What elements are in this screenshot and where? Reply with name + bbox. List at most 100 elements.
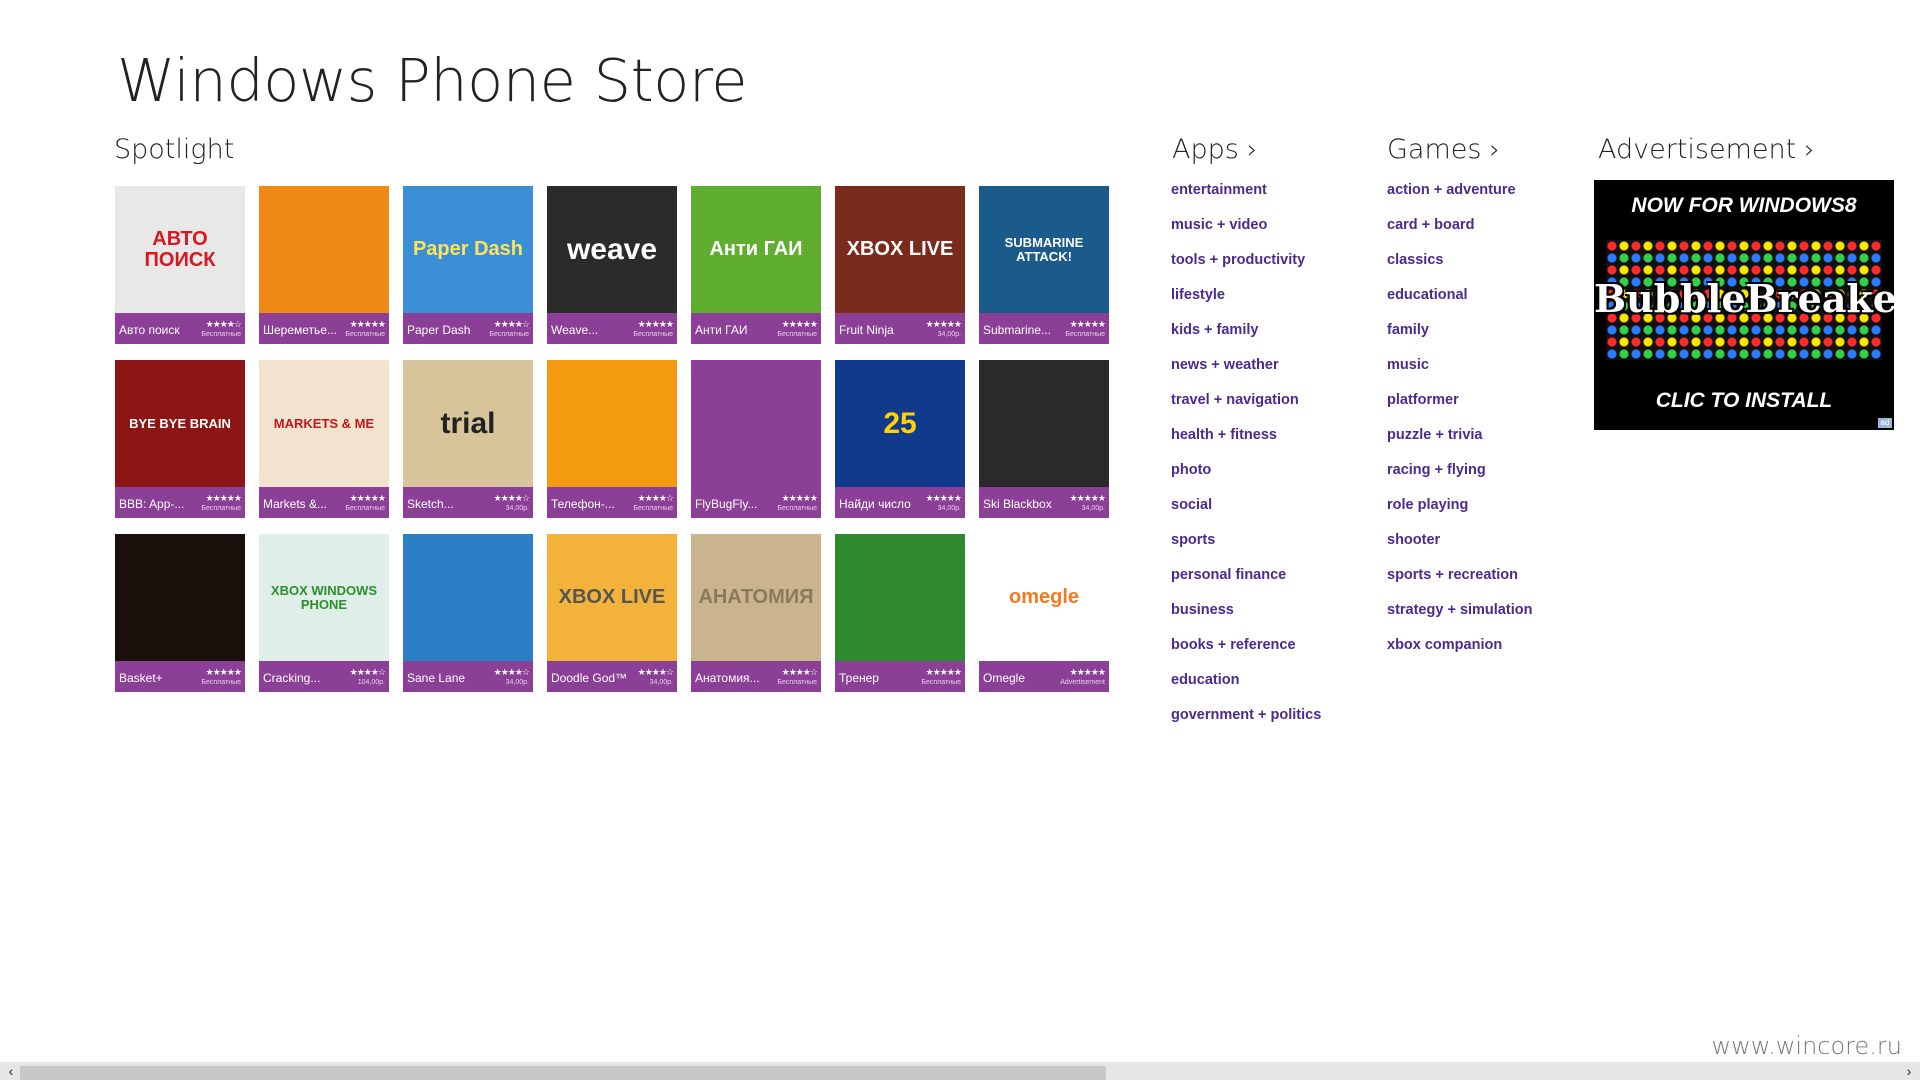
- apps-category-link[interactable]: entertainment: [1171, 182, 1321, 217]
- games-category-link[interactable]: shooter: [1387, 532, 1532, 567]
- games-category-link[interactable]: family: [1387, 322, 1532, 357]
- tile-art-text: MARKETS & ME: [273, 415, 375, 431]
- tile-name: Cracking...: [263, 671, 321, 685]
- app-tile[interactable]: omegle Omegle ★★★★★ Advertisement: [979, 534, 1109, 692]
- apps-category-link[interactable]: music + video: [1171, 217, 1321, 252]
- rating-stars-icon: ★★★★★: [1069, 493, 1106, 503]
- rating-stars-icon: ★★★★☆: [493, 493, 530, 503]
- tile-art-text: Paper Dash: [412, 238, 524, 260]
- tile-name: Submarine...: [983, 323, 1052, 337]
- app-tile[interactable]: XBOX LIVE Fruit Ninja ★★★★★ 34,00р.: [835, 186, 965, 344]
- scroll-left-icon[interactable]: ‹: [2, 1062, 20, 1080]
- app-tile[interactable]: Телефон-... ★★★★☆ Бесплатные: [547, 360, 677, 518]
- apps-category-link[interactable]: sports: [1171, 532, 1321, 567]
- apps-category-link[interactable]: education: [1171, 672, 1321, 707]
- watermelon-icon: XBOX LIVE: [835, 186, 965, 313]
- tile-name: Basket+: [119, 671, 163, 685]
- tile-art-text: Анти ГАИ: [709, 238, 803, 260]
- chainsaw-icon: BYE BYE BRAIN: [115, 360, 245, 487]
- games-category-link[interactable]: platformer: [1387, 392, 1532, 427]
- app-tile[interactable]: Шереметье... ★★★★★ Бесплатные: [259, 186, 389, 344]
- tile-name: BBB: App-...: [119, 497, 185, 511]
- app-tile[interactable]: Paper Dash Paper Dash ★★★★☆ Бесплатные: [403, 186, 533, 344]
- eye-icon: XBOX LIVE: [547, 534, 677, 661]
- apps-category-link[interactable]: health + fitness: [1171, 427, 1321, 462]
- tile-info-bar: Paper Dash ★★★★☆ Бесплатные: [403, 313, 533, 344]
- buggy-icon: XBOX WINDOWS PHONE: [259, 534, 389, 661]
- games-category-link[interactable]: classics: [1387, 252, 1532, 287]
- games-category-link[interactable]: racing + flying: [1387, 462, 1532, 497]
- apps-category-link[interactable]: news + weather: [1171, 357, 1321, 392]
- apps-category-link[interactable]: business: [1171, 602, 1321, 637]
- skull-icon: АНАТОМИЯ: [691, 534, 821, 661]
- apps-category-link[interactable]: photo: [1171, 462, 1321, 497]
- app-tile[interactable]: Тренер ★★★★★ Бесплатные: [835, 534, 965, 692]
- tile-info-bar: Ski Blackbox ★★★★★ 34,00р.: [979, 487, 1109, 518]
- tile-price: 34,00р.: [505, 505, 529, 512]
- app-tile[interactable]: Basket+ ★★★★★ Бесплатные: [115, 534, 245, 692]
- apps-category-link[interactable]: personal finance: [1171, 567, 1321, 602]
- games-category-link[interactable]: action + adventure: [1387, 182, 1532, 217]
- apps-category-link[interactable]: government + politics: [1171, 707, 1321, 742]
- app-tile[interactable]: SUBMARINE ATTACK! Submarine... ★★★★★ Беспла…: [979, 186, 1109, 344]
- games-category-link[interactable]: educational: [1387, 287, 1532, 322]
- rating-stars-icon: ★★★★★: [349, 493, 386, 503]
- tile-info-bar: Анти ГАИ ★★★★★ Бесплатные: [691, 313, 821, 344]
- tile-name: FlyBugFly...: [695, 497, 758, 511]
- tile-info-bar: Sane Lane ★★★★☆ 34,00р.: [403, 661, 533, 692]
- games-category-link[interactable]: role playing: [1387, 497, 1532, 532]
- apps-category-link[interactable]: travel + navigation: [1171, 392, 1321, 427]
- tile-price: Бесплатные: [489, 331, 529, 338]
- games-category-link[interactable]: music: [1387, 357, 1532, 392]
- app-tile[interactable]: FlyBugFly... ★★★★★ Бесплатные: [691, 360, 821, 518]
- tile-price: Бесплатные: [201, 505, 241, 512]
- spotlight-heading: Spotlight: [114, 134, 234, 165]
- scrollbar-thumb[interactable]: [20, 1066, 1106, 1080]
- app-tile[interactable]: АНАТОМИЯ Анатомия... ★★★★☆ Бесплатные: [691, 534, 821, 692]
- advertisement-heading[interactable]: Advertisement ›: [1598, 134, 1815, 165]
- apps-category-link[interactable]: social: [1171, 497, 1321, 532]
- race-car-icon: [403, 534, 533, 661]
- ad-choices-icon[interactable]: ad: [1878, 418, 1892, 428]
- tile-price: 34,00р.: [1081, 505, 1105, 512]
- apps-heading[interactable]: Apps ›: [1172, 134, 1257, 165]
- app-tile[interactable]: АВТО ПОИСК Авто поиск ★★★★☆ Бесплатные: [115, 186, 245, 344]
- app-tile[interactable]: weave Weave... ★★★★★ Бесплатные: [547, 186, 677, 344]
- app-tile[interactable]: XBOX LIVE Doodle God™ ★★★★☆ 34,00р.: [547, 534, 677, 692]
- apps-category-link[interactable]: books + reference: [1171, 637, 1321, 672]
- games-category-link[interactable]: card + board: [1387, 217, 1532, 252]
- games-category-link[interactable]: strategy + simulation: [1387, 602, 1532, 637]
- flaming-basketball-icon: [115, 534, 245, 661]
- app-tile[interactable]: Sane Lane ★★★★☆ 34,00р.: [403, 534, 533, 692]
- submarine-icon: SUBMARINE ATTACK!: [979, 186, 1109, 313]
- tile-name: Paper Dash: [407, 323, 471, 337]
- tile-art-text: omegle: [1008, 586, 1080, 608]
- rating-stars-icon: ★★★★★: [781, 319, 818, 329]
- app-tile[interactable]: BYE BYE BRAIN BBB: App-... ★★★★★ Бесплатные: [115, 360, 245, 518]
- tile-name: Sane Lane: [407, 671, 466, 685]
- newspaper-icon: MARKETS & ME: [259, 360, 389, 487]
- tile-price: Бесплатные: [345, 331, 385, 338]
- app-tile[interactable]: Анти ГАИ Анти ГАИ ★★★★★ Бесплатные: [691, 186, 821, 344]
- app-tile[interactable]: Ski Blackbox ★★★★★ 34,00р.: [979, 360, 1109, 518]
- app-tile[interactable]: trial Sketch... ★★★★☆ 34,00р.: [403, 360, 533, 518]
- tile-name: Авто поиск: [119, 323, 180, 337]
- horizontal-scrollbar[interactable]: ‹ ›: [0, 1062, 1920, 1080]
- phone-icon: [547, 360, 677, 487]
- apps-category-link[interactable]: lifestyle: [1171, 287, 1321, 322]
- games-category-link[interactable]: puzzle + trivia: [1387, 427, 1532, 462]
- advertisement-banner[interactable]: NOW FOR WINDOWS8 BubbleBreaker CLIC TO I…: [1594, 180, 1894, 430]
- rating-stars-icon: ★★★★★: [1069, 319, 1106, 329]
- app-tile[interactable]: XBOX WINDOWS PHONE Cracking... ★★★★☆ 104,00…: [259, 534, 389, 692]
- games-heading[interactable]: Games ›: [1387, 134, 1500, 165]
- app-tile[interactable]: 25 Найди число ★★★★★ 34,00р.: [835, 360, 965, 518]
- games-category-link[interactable]: xbox companion: [1387, 637, 1532, 672]
- apps-category-link[interactable]: tools + productivity: [1171, 252, 1321, 287]
- scroll-right-icon[interactable]: ›: [1900, 1062, 1918, 1080]
- games-category-link[interactable]: sports + recreation: [1387, 567, 1532, 602]
- tile-price: Бесплатные: [921, 679, 961, 686]
- apps-category-link[interactable]: kids + family: [1171, 322, 1321, 357]
- rating-stars-icon: ★★★★★: [1069, 667, 1106, 677]
- tile-info-bar: Авто поиск ★★★★☆ Бесплатные: [115, 313, 245, 344]
- app-tile[interactable]: MARKETS & ME Markets &... ★★★★★ Бесплатные: [259, 360, 389, 518]
